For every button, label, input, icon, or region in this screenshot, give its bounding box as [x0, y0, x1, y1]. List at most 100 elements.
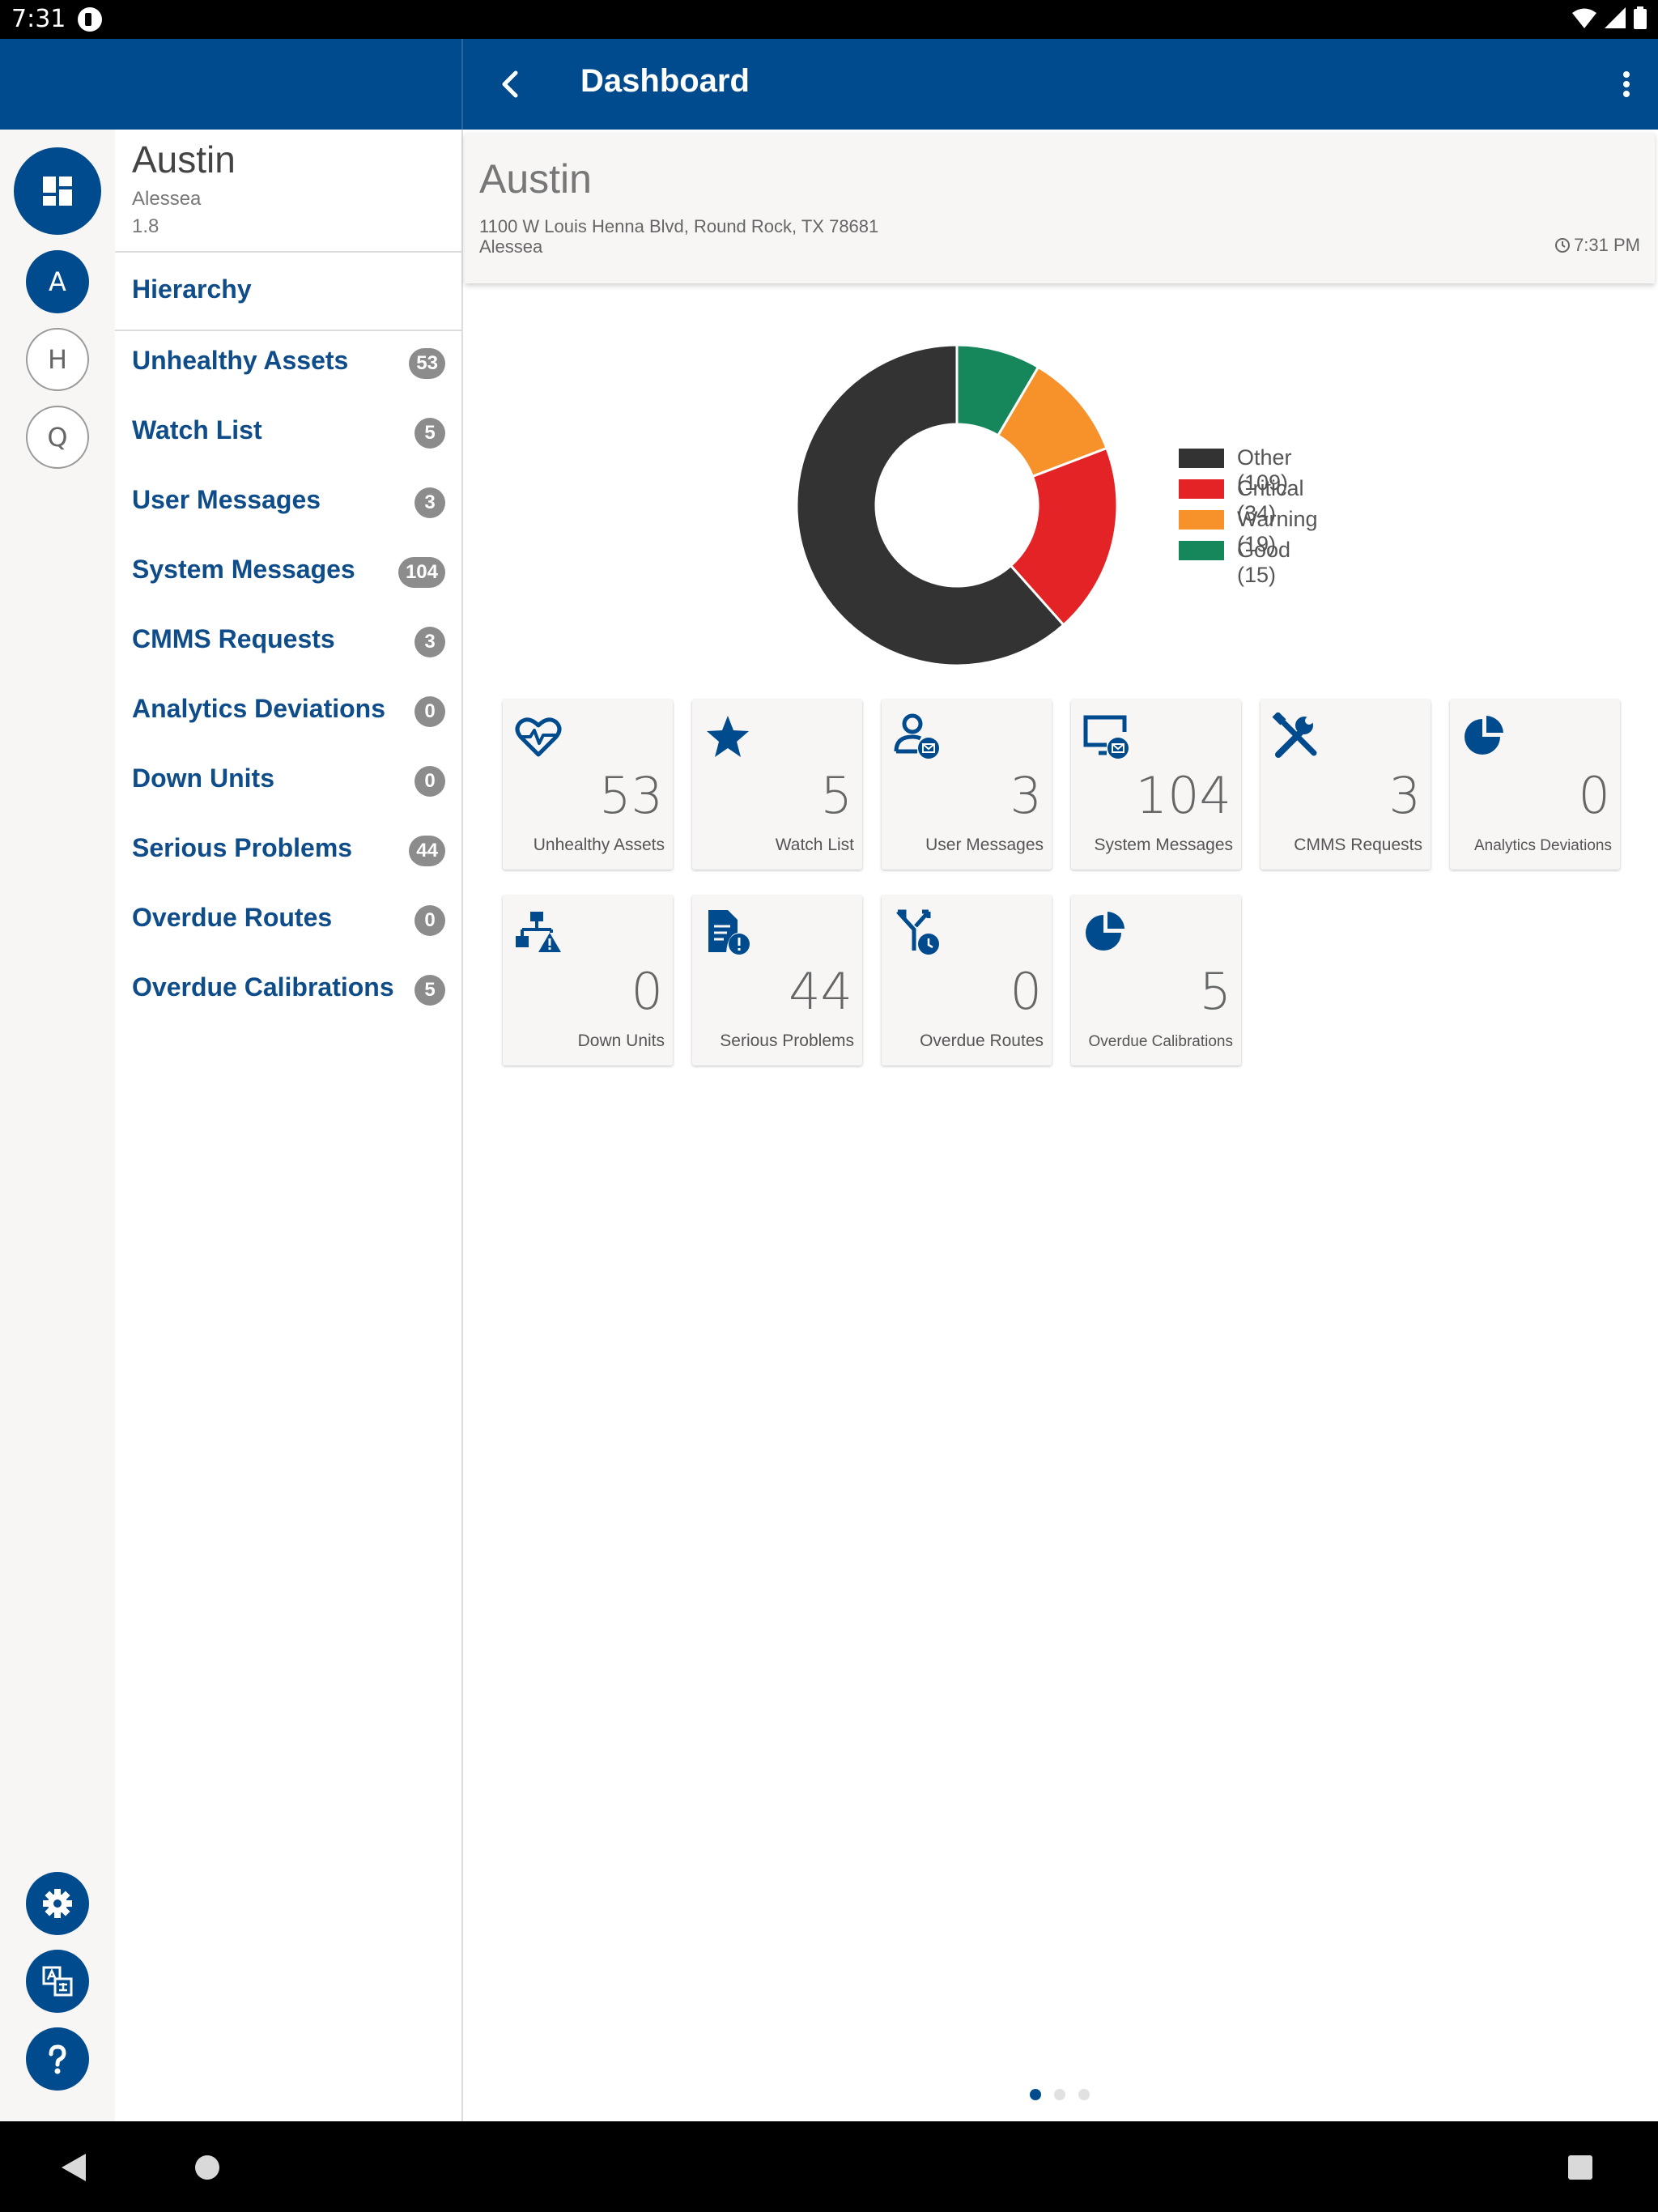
monitor-message-icon	[1083, 715, 1129, 759]
tile-value: 53	[599, 766, 663, 825]
chevron-left-icon	[502, 70, 518, 98]
status-time: 7:31	[11, 5, 66, 33]
site-user: Alessea	[479, 236, 543, 257]
count-badge: 104	[397, 557, 445, 588]
question-icon	[49, 2044, 66, 2074]
nav-label: Down Units	[132, 764, 274, 793]
tile-label: Serious Problems	[720, 1032, 854, 1050]
app-bar-divider	[461, 39, 463, 130]
last-updated-time: 7:31 PM	[1574, 235, 1640, 255]
nav-label: Unhealthy Assets	[132, 346, 349, 375]
count-badge: 0	[414, 696, 445, 727]
nav-watch-list[interactable]: Watch List 5	[115, 400, 461, 465]
route-clock-icon	[896, 909, 939, 955]
nav-home-icon[interactable]	[194, 2155, 220, 2180]
nav-unhealthy-assets[interactable]: Unhealthy Assets 53	[115, 330, 461, 395]
count-badge: 5	[414, 418, 445, 449]
tile-value: 0	[1010, 962, 1042, 1021]
tile-overdue-calibrations[interactable]: 5 Overdue Calibrations	[1071, 895, 1241, 1066]
nav-hierarchy-label: Hierarchy	[132, 274, 252, 304]
tile-value: 104	[1135, 766, 1231, 825]
page-dot-2[interactable]	[1054, 2089, 1065, 2100]
clock-icon	[1555, 238, 1571, 253]
tile-watch-list[interactable]: 5 Watch List	[692, 700, 862, 870]
rail-button-q[interactable]: Q	[26, 406, 89, 469]
site-name: Austin	[132, 138, 236, 181]
nav-overdue-calibrations[interactable]: Overdue Calibrations 5	[115, 957, 461, 1022]
count-badge: 3	[414, 627, 445, 657]
back-button[interactable]	[486, 60, 534, 108]
nav-label: Overdue Routes	[132, 903, 333, 932]
nav-hierarchy[interactable]: Hierarchy	[115, 259, 461, 324]
user-message-icon	[894, 713, 939, 759]
page-dot-1[interactable]	[1030, 2089, 1041, 2100]
divider	[115, 251, 461, 253]
site-title: Austin	[479, 156, 592, 202]
nav-label: Analytics Deviations	[132, 694, 385, 723]
tile-value: 0	[1578, 766, 1610, 825]
gear-icon	[43, 1889, 72, 1918]
page-dot-3[interactable]	[1078, 2089, 1090, 2100]
translate-icon	[42, 1966, 73, 1997]
tile-down-units[interactable]: 0 Down Units	[503, 895, 673, 1066]
count-badge: 44	[409, 836, 445, 866]
overflow-menu-button[interactable]	[1606, 60, 1647, 108]
count-badge: 0	[414, 905, 445, 936]
tile-overdue-routes[interactable]: 0 Overdue Routes	[882, 895, 1052, 1066]
count-badge: 53	[409, 348, 445, 379]
tile-user-messages[interactable]: 3 User Messages	[882, 700, 1052, 870]
tile-value: 44	[789, 962, 852, 1021]
nav-label: User Messages	[132, 485, 321, 514]
more-vertical-icon	[1623, 71, 1630, 97]
nav-back-icon[interactable]	[62, 2154, 87, 2181]
tile-value: 3	[1010, 766, 1042, 825]
nav-label: Overdue Calibrations	[132, 972, 394, 1002]
tile-label: CMMS Requests	[1294, 836, 1422, 854]
nav-label: Watch List	[132, 415, 262, 445]
site-address: 1100 W Louis Henna Blvd, Round Rock, TX …	[479, 216, 879, 236]
tile-label: Unhealthy Assets	[533, 836, 665, 854]
tile-label: Overdue Routes	[920, 1032, 1044, 1050]
dashboard-icon	[43, 177, 72, 206]
help-button[interactable]	[26, 2027, 89, 2091]
star-icon	[707, 716, 749, 757]
tile-cmms-requests[interactable]: 3 CMMS Requests	[1261, 700, 1431, 870]
tile-value: 5	[820, 766, 852, 825]
tools-icon	[1272, 713, 1317, 758]
settings-button[interactable]	[26, 1872, 89, 1935]
tile-system-messages[interactable]: 104 System Messages	[1071, 700, 1241, 870]
tile-label: Watch List	[775, 836, 854, 854]
nav-recents-icon[interactable]	[1568, 2155, 1592, 2180]
tile-label: Analytics Deviations	[1473, 837, 1612, 854]
tile-serious-problems[interactable]: 44 Serious Problems	[692, 895, 862, 1066]
dashboard-content: Austin 1100 W Louis Henna Blvd, Round Ro…	[463, 130, 1658, 2121]
count-badge: 3	[414, 487, 445, 518]
tile-value: 3	[1388, 766, 1421, 825]
nav-user-messages[interactable]: User Messages 3	[115, 470, 461, 534]
pie-chart-icon	[1465, 716, 1503, 755]
system-icons	[1572, 6, 1647, 29]
nav-overdue-routes[interactable]: Overdue Routes 0	[115, 887, 461, 952]
tile-analytics-deviations[interactable]: 0 Analytics Deviations	[1450, 700, 1620, 870]
dashboard-button[interactable]	[14, 147, 101, 235]
site-user: Alessea	[132, 188, 202, 210]
legend-swatch	[1179, 510, 1224, 530]
last-updated: 7:31 PM	[1554, 235, 1640, 256]
pie-chart-icon	[1086, 912, 1124, 951]
nav-serious-problems[interactable]: Serious Problems 44	[115, 818, 461, 883]
legend-label: Good (15)	[1237, 538, 1291, 587]
page-title: Dashboard	[580, 63, 750, 99]
site-header-card: Austin 1100 W Louis Henna Blvd, Round Ro…	[465, 133, 1655, 283]
tile-unhealthy-assets[interactable]: 53 Unhealthy Assets	[503, 700, 673, 870]
nav-analytics-deviations[interactable]: Analytics Deviations 0	[115, 678, 461, 743]
rail-button-a[interactable]: A	[26, 250, 89, 313]
nav-system-messages[interactable]: System Messages 104	[115, 539, 461, 604]
nav-label: Serious Problems	[132, 833, 353, 862]
nav-down-units[interactable]: Down Units 0	[115, 748, 461, 813]
legend-swatch	[1179, 449, 1224, 468]
status-donut-chart[interactable]	[793, 342, 1120, 669]
page-indicator	[1030, 2089, 1090, 2100]
rail-button-h[interactable]: H	[26, 328, 89, 391]
language-button[interactable]	[26, 1950, 89, 2013]
nav-cmms-requests[interactable]: CMMS Requests 3	[115, 609, 461, 674]
